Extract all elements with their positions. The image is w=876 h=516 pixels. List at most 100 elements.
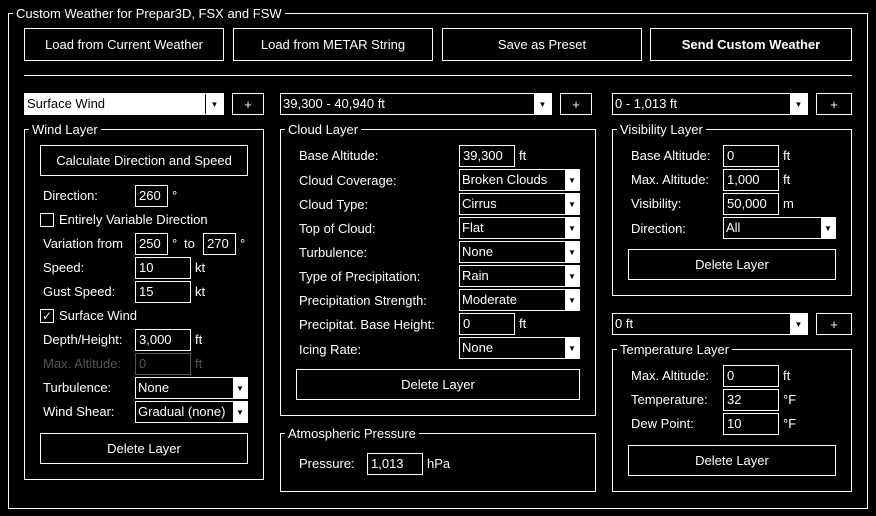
visibility-direction-dropdown[interactable]: All ▼	[723, 217, 836, 239]
precipitation-strength-dropdown[interactable]: Moderate ▼	[459, 289, 580, 311]
wind-shear-dropdown[interactable]: Gradual (none) ▼	[135, 401, 248, 423]
visibility-max-altitude-input[interactable]: 1,000	[723, 169, 779, 191]
add-visibility-layer-button[interactable]: +	[816, 93, 852, 115]
temperature-input[interactable]: 32	[723, 389, 779, 411]
cloud-type-label: Cloud Type:	[299, 197, 369, 212]
variable-direction-checkbox[interactable]	[40, 213, 54, 227]
depth-height-label: Depth/Height:	[43, 332, 123, 347]
send-custom-weather-button[interactable]: Send Custom Weather	[650, 28, 852, 61]
top-of-cloud-label: Top of Cloud:	[299, 221, 376, 236]
chevron-down-icon: ▼	[790, 314, 807, 334]
pressure-label: Pressure:	[299, 456, 355, 471]
delete-visibility-layer-button[interactable]: Delete Layer	[628, 249, 836, 280]
wind-max-altitude-label: Max. Altitude:	[43, 356, 122, 371]
separator-line	[24, 75, 852, 76]
cloud-turbulence-dropdown[interactable]: None ▼	[459, 241, 580, 263]
top-of-cloud-value: Flat	[462, 220, 484, 235]
load-metar-button[interactable]: Load from METAR String	[233, 28, 433, 61]
precipitation-type-dropdown[interactable]: Rain ▼	[459, 265, 580, 287]
delete-wind-layer-button[interactable]: Delete Layer	[40, 433, 248, 464]
cloud-type-value: Cirrus	[462, 196, 497, 211]
gust-speed-input[interactable]: 15	[135, 281, 191, 303]
temperature-layer-selector-value: 0 ft	[615, 316, 634, 331]
depth-height-input[interactable]: 3,000	[135, 329, 191, 351]
load-current-weather-button[interactable]: Load from Current Weather	[24, 28, 224, 61]
delete-temperature-layer-button[interactable]: Delete Layer	[628, 445, 836, 476]
chevron-down-icon: ▼	[565, 290, 579, 310]
wind-turbulence-label: Turbulence:	[43, 380, 112, 395]
icing-rate-dropdown[interactable]: None ▼	[459, 337, 580, 359]
visibility-max-altitude-label: Max. Altitude:	[631, 172, 710, 187]
temperature-max-altitude-label: Max. Altitude:	[631, 368, 710, 383]
precipitation-type-value: Rain	[462, 268, 489, 283]
add-cloud-layer-button[interactable]: +	[560, 93, 592, 115]
variation-from-unit: °	[172, 236, 178, 251]
chevron-down-icon: ▼	[565, 194, 579, 214]
save-preset-button[interactable]: Save as Preset	[442, 28, 642, 61]
visibility-layer-selector[interactable]: 0 - 1,013 ft ▼	[612, 93, 808, 115]
wind-layer-selector[interactable]: Surface Wind ▼	[24, 93, 224, 115]
precipitation-base-height-unit: ft	[519, 316, 527, 331]
temperature-unit: °F	[783, 392, 797, 407]
direction-input[interactable]: 260	[135, 185, 168, 207]
cloud-layer-selector[interactable]: 39,300 - 40,940 ft ▼	[280, 93, 552, 115]
variation-from-label: Variation from	[43, 236, 123, 251]
temperature-layer-title: Temperature Layer	[617, 342, 733, 357]
dew-point-input[interactable]: 10	[723, 413, 779, 435]
wind-shear-value: Gradual (none)	[138, 404, 226, 419]
depth-height-unit: ft	[195, 332, 203, 347]
chevron-down-icon: ▼	[565, 266, 579, 286]
chevron-down-icon: ▼	[565, 338, 579, 358]
top-of-cloud-dropdown[interactable]: Flat ▼	[459, 217, 580, 239]
cloud-type-dropdown[interactable]: Cirrus ▼	[459, 193, 580, 215]
temperature-max-altitude-unit: ft	[783, 368, 791, 383]
chevron-down-icon: ▼	[565, 218, 579, 238]
visibility-direction-value: All	[726, 220, 741, 235]
visibility-base-altitude-label: Base Altitude:	[631, 148, 711, 163]
cloud-base-altitude-label: Base Altitude:	[299, 148, 379, 163]
surface-wind-checkbox[interactable]: ✓	[40, 309, 54, 323]
calculate-direction-speed-button[interactable]: Calculate Direction and Speed	[40, 145, 248, 176]
checkmark-icon: ✓	[41, 309, 53, 323]
cloud-coverage-label: Cloud Coverage:	[299, 173, 397, 188]
visibility-direction-label: Direction:	[631, 221, 686, 236]
precipitation-strength-value: Moderate	[462, 292, 517, 307]
add-wind-layer-button[interactable]: +	[232, 93, 264, 115]
precipitation-type-label: Type of Precipitation:	[299, 269, 421, 284]
dew-point-unit: °F	[783, 416, 797, 431]
chevron-down-icon: ▼	[233, 378, 247, 398]
visibility-base-altitude-input[interactable]: 0	[723, 145, 779, 167]
pressure-input[interactable]: 1,013	[367, 453, 423, 475]
icing-rate-label: Icing Rate:	[299, 342, 362, 357]
chevron-down-icon: ▼	[233, 402, 247, 422]
wind-layer-title: Wind Layer	[29, 122, 101, 137]
wind-turbulence-dropdown[interactable]: None ▼	[135, 377, 248, 399]
cloud-base-altitude-unit: ft	[519, 148, 527, 163]
wind-layer-group	[24, 129, 264, 480]
wind-turbulence-value: None	[138, 380, 170, 395]
temperature-layer-selector[interactable]: 0 ft ▼	[612, 313, 808, 335]
add-temperature-layer-button[interactable]: +	[816, 313, 852, 335]
delete-cloud-layer-button[interactable]: Delete Layer	[296, 369, 580, 400]
visibility-input[interactable]: 50,000	[723, 193, 779, 215]
cloud-coverage-dropdown[interactable]: Broken Clouds ▼	[459, 169, 580, 191]
cloud-coverage-value: Broken Clouds	[462, 172, 548, 187]
variable-direction-label: Entirely Variable Direction	[59, 212, 208, 227]
cloud-base-altitude-input[interactable]: 39,300	[459, 145, 515, 167]
speed-input[interactable]: 10	[135, 257, 191, 279]
temperature-label: Temperature:	[631, 392, 708, 407]
cloud-layer-selector-value: 39,300 - 40,940 ft	[283, 96, 385, 111]
variation-to-input[interactable]: 270	[203, 233, 236, 255]
temperature-max-altitude-input[interactable]: 0	[723, 365, 779, 387]
cloud-turbulence-label: Turbulence:	[299, 245, 368, 260]
speed-unit: kt	[195, 260, 206, 275]
gust-speed-label: Gust Speed:	[43, 284, 116, 299]
window-title: Custom Weather for Prepar3D, FSX and FSW	[13, 6, 285, 21]
precipitation-base-height-input[interactable]: 0	[459, 313, 515, 335]
visibility-unit: m	[783, 196, 794, 211]
chevron-down-icon: ▼	[565, 170, 579, 190]
cloud-layer-title: Cloud Layer	[285, 122, 362, 137]
visibility-layer-selector-value: 0 - 1,013 ft	[615, 96, 678, 111]
variation-from-input[interactable]: 250	[135, 233, 168, 255]
wind-layer-selector-value: Surface Wind	[27, 96, 106, 111]
